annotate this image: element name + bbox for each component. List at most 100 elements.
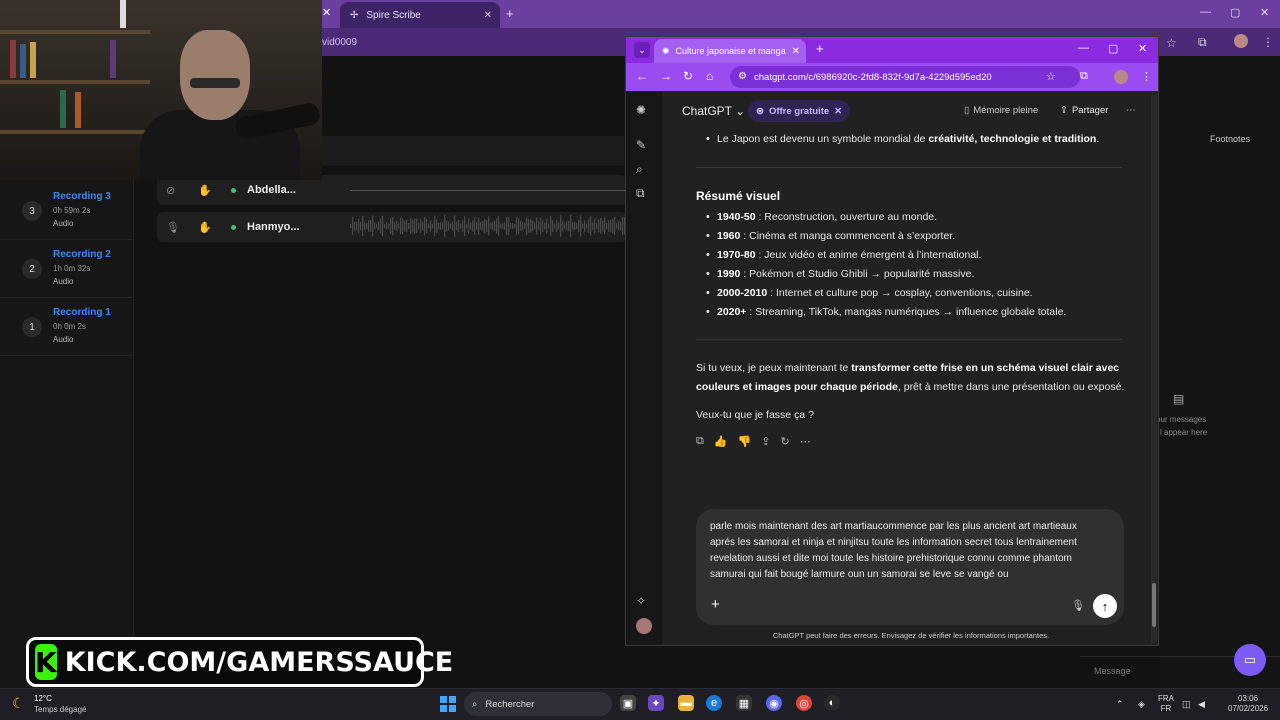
new-tab-icon[interactable]: +: [816, 41, 824, 56]
send-button[interactable]: ↑: [1093, 594, 1117, 618]
avatar[interactable]: [1114, 70, 1128, 84]
new-chat-icon[interactable]: ✎: [636, 138, 646, 152]
composer-line: samurai qui fait bougé larmure oun un sa…: [710, 569, 1009, 580]
kick-url: KICK.COM/GAMERSSAUCE: [64, 646, 454, 678]
attach-plus-icon[interactable]: +: [711, 596, 720, 613]
recording-item-1[interactable]: 1 Recording 1 0h 0m 2s Audio: [0, 300, 134, 356]
search-label: Rechercher: [485, 698, 535, 710]
recording-number: 1: [22, 317, 42, 337]
extensions-icon[interactable]: ⧉: [1198, 35, 1207, 50]
bold-text: transformer cette frise en un schéma vis…: [851, 362, 1120, 374]
share-button[interactable]: ⇪ Partager: [1060, 105, 1108, 116]
star-icon[interactable]: ☆: [1166, 36, 1177, 50]
recording-item-3[interactable]: 3 Recording 3 0h 59m 2s Audio: [0, 184, 134, 240]
minimize-icon[interactable]: —: [1200, 6, 1211, 18]
clock[interactable]: 03:06 07/02/2026: [1228, 694, 1268, 714]
memory-button[interactable]: ▯ Mémoire pleine: [964, 105, 1038, 116]
store-icon[interactable]: ▦: [736, 695, 752, 711]
reload-icon[interactable]: ↻: [683, 69, 693, 83]
search-icon[interactable]: ⌕: [636, 162, 643, 177]
tray-chevron-icon[interactable]: ⌃: [1116, 699, 1124, 710]
tab-spire-scribe[interactable]: ✢ Spire Scribe ✕: [340, 2, 500, 28]
sparkle-icon[interactable]: ✧: [636, 594, 646, 608]
timeline-item: 1960 : Cinéma et manga commencent à s’ex…: [717, 228, 955, 244]
hand-icon[interactable]: ✋: [198, 221, 212, 234]
edge-icon[interactable]: e: [706, 695, 722, 711]
period: 1940-50: [717, 211, 756, 223]
obs-icon[interactable]: ◐: [824, 695, 840, 711]
model-selector[interactable]: ChatGPT ⌄: [682, 104, 745, 118]
memory-label: Mémoire pleine: [973, 105, 1039, 116]
taskbar-search[interactable]: ⌕ Rechercher: [464, 692, 612, 716]
site-info-icon[interactable]: ⚙: [738, 71, 747, 82]
keyboard-label: FR: [1160, 704, 1172, 713]
composer-input[interactable]: parle mois maintenant des art martiaucom…: [710, 519, 1115, 583]
track-name: Abdella...: [247, 184, 296, 196]
volume-icon[interactable]: ◀: [1198, 699, 1205, 710]
divider: [696, 167, 1122, 168]
recording-duration: 0h 59m 2s: [53, 206, 91, 215]
mic-icon[interactable]: 🎙: [166, 221, 180, 234]
disclaimer: ChatGPT peut faire des erreurs. Envisage…: [772, 631, 1050, 640]
home-icon[interactable]: ⌂: [706, 69, 713, 83]
divider: [696, 339, 1122, 340]
task-view-icon[interactable]: ▣: [620, 695, 636, 711]
user-avatar[interactable]: [636, 618, 652, 634]
moon-weather-icon[interactable]: ☾: [12, 695, 25, 712]
regenerate-icon[interactable]: ↻: [780, 435, 789, 448]
waveform: [350, 215, 626, 237]
close-icon[interactable]: ✕: [322, 6, 331, 19]
tray-app-icon[interactable]: ◈: [1138, 699, 1145, 710]
chatgpt-sidebar: [626, 91, 662, 645]
free-offer-badge[interactable]: ⊛ Offre gratuite ✕: [748, 100, 851, 122]
status-dot: [231, 188, 236, 193]
start-button[interactable]: [440, 696, 456, 712]
hand-icon[interactable]: ✋: [198, 184, 212, 197]
restore-icon[interactable]: ▢: [1230, 6, 1240, 19]
file-explorer-icon[interactable]: ▬: [678, 695, 694, 711]
copy-icon[interactable]: ⧉: [696, 435, 704, 448]
chrome-menu-icon[interactable]: ⋮: [1141, 70, 1152, 83]
close-tab-icon[interactable]: ✕: [484, 10, 492, 21]
period: 2000-2010: [717, 287, 768, 299]
scrollbar-thumb[interactable]: [1152, 583, 1156, 627]
thumbs-up-icon[interactable]: 👍: [714, 435, 728, 448]
share-icon[interactable]: ⇪: [761, 435, 770, 448]
url-bar[interactable]: chatgpt.com/c/6986920c-2fd8-832f-9d7a-42…: [730, 66, 1080, 88]
thumbs-down-icon[interactable]: 👎: [738, 435, 752, 448]
discord-icon[interactable]: ◉: [766, 695, 782, 711]
language-indicator[interactable]: FRA FR: [1158, 694, 1174, 714]
close-window-icon[interactable]: ✕: [1260, 6, 1269, 19]
chrome-icon[interactable]: ◎: [796, 695, 812, 711]
minimize-icon[interactable]: —: [1078, 42, 1089, 54]
openai-logo-icon[interactable]: ✺: [636, 103, 646, 117]
mic-muted-icon[interactable]: ⊘: [166, 184, 175, 197]
microphone-icon[interactable]: 🎙: [1071, 599, 1085, 612]
menu-icon[interactable]: ⋮: [1262, 35, 1274, 49]
more-icon[interactable]: ⋯: [800, 435, 811, 448]
avatar[interactable]: [1234, 34, 1248, 48]
scrollbar[interactable]: [1151, 95, 1157, 643]
back-icon[interactable]: ←: [636, 69, 648, 83]
tab-chatgpt[interactable]: ✺ Culture japonaise et manga ✕: [654, 39, 806, 63]
recording-item-2[interactable]: 2 Recording 2 1h 0m 32s Audio: [0, 242, 134, 298]
footnotes-tab[interactable]: Footnotes: [1210, 134, 1250, 144]
maximize-icon[interactable]: ▢: [1108, 42, 1118, 55]
webcam-feed: [0, 0, 322, 180]
new-tab-icon[interactable]: +: [506, 6, 514, 21]
bullet: [706, 133, 712, 145]
close-tab-icon[interactable]: ✕: [792, 46, 800, 57]
network-icon[interactable]: ◫: [1182, 699, 1191, 710]
tab-search-icon[interactable]: ⌄: [634, 42, 650, 58]
close-window-icon[interactable]: ✕: [1138, 42, 1147, 55]
close-icon[interactable]: ✕: [834, 106, 842, 117]
more-options-icon[interactable]: ⋯: [1126, 105, 1136, 116]
message-actions: ⧉ 👍 👎 ⇪ ↻ ⋯: [696, 435, 811, 448]
copilot-icon[interactable]: ✦: [648, 695, 664, 711]
forward-icon[interactable]: →: [660, 69, 672, 83]
extensions-icon[interactable]: ⧉: [1080, 70, 1088, 83]
library-icon[interactable]: ⧉: [636, 186, 645, 201]
bookmark-star-icon[interactable]: ☆: [1046, 70, 1056, 83]
chat-help-button[interactable]: ▭: [1234, 644, 1266, 676]
recording-type: Audio: [53, 277, 74, 286]
